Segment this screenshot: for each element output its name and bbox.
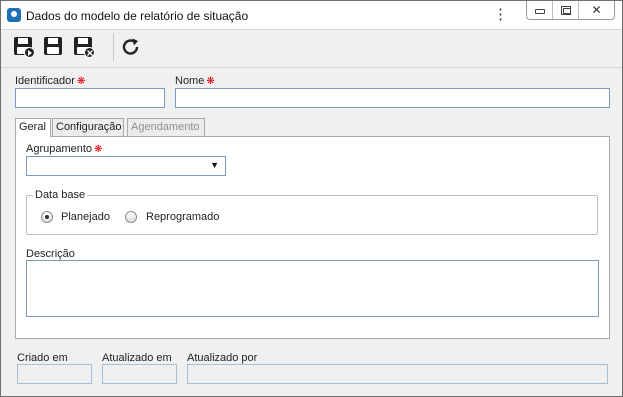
criado-em-label: Criado em	[17, 352, 68, 364]
atualizado-por-label: Atualizado por	[187, 352, 258, 364]
required-icon: ❋	[206, 76, 215, 87]
atualizado-em-label: Atualizado em	[102, 352, 172, 364]
radio-reprogramado[interactable]	[125, 211, 137, 223]
close-button[interactable]: ✕	[579, 1, 614, 19]
header-divider	[1, 67, 622, 68]
descricao-label: Descrição	[26, 248, 75, 260]
save-and-new-button[interactable]	[12, 35, 36, 59]
radio-planejado[interactable]	[41, 211, 53, 223]
atualizado-por-field	[187, 364, 608, 384]
tab-agendamento: Agendamento	[127, 118, 205, 136]
required-icon: ❋	[76, 76, 86, 87]
tab-configuracao[interactable]: Configuração	[52, 118, 124, 136]
close-icon: ✕	[591, 3, 602, 17]
agrupamento-select[interactable]: ▼	[26, 156, 226, 176]
refresh-button[interactable]	[119, 35, 143, 59]
window-controls: ✕	[526, 1, 615, 20]
identificador-label: Identificador ❋	[15, 75, 86, 87]
save-icon	[44, 37, 62, 55]
required-icon: ❋	[94, 144, 103, 155]
agrupamento-label: Agrupamento ❋	[26, 143, 103, 155]
identificador-field[interactable]	[15, 88, 165, 108]
maximize-icon	[560, 5, 571, 15]
data-base-group: Data base Planejado Reprogramado	[26, 189, 598, 235]
tab-panel-geral: Agrupamento ❋ ▼ Data base Planejado Repro…	[15, 136, 610, 339]
toolbar-separator	[113, 33, 114, 61]
save-button[interactable]	[42, 35, 66, 59]
nome-label: Nome ❋	[175, 75, 215, 87]
more-options-icon[interactable]: ⋮	[493, 6, 508, 24]
toolbar	[1, 31, 622, 65]
criado-em-field	[17, 364, 92, 384]
title-bar: Dados do modelo de relatório de situação…	[1, 1, 622, 30]
planejado-label[interactable]: Planejado	[61, 211, 110, 223]
tab-geral[interactable]: Geral	[15, 118, 51, 137]
reprogramado-label[interactable]: Reprogramado	[146, 211, 219, 223]
app-icon	[7, 8, 21, 22]
dropdown-caret-icon: ▼	[210, 160, 219, 170]
minimize-icon	[534, 9, 545, 14]
refresh-icon	[122, 38, 139, 55]
descricao-textarea[interactable]	[26, 260, 599, 317]
report-model-dialog: Dados do modelo de relatório de situação…	[0, 0, 623, 397]
minimize-button[interactable]	[527, 1, 553, 19]
maximize-button[interactable]	[553, 1, 579, 19]
atualizado-em-field	[102, 364, 177, 384]
nome-field[interactable]	[175, 88, 610, 108]
window-title: Dados do modelo de relatório de situação	[26, 9, 249, 23]
data-base-legend: Data base	[33, 189, 88, 201]
save-and-close-button[interactable]	[72, 35, 96, 59]
